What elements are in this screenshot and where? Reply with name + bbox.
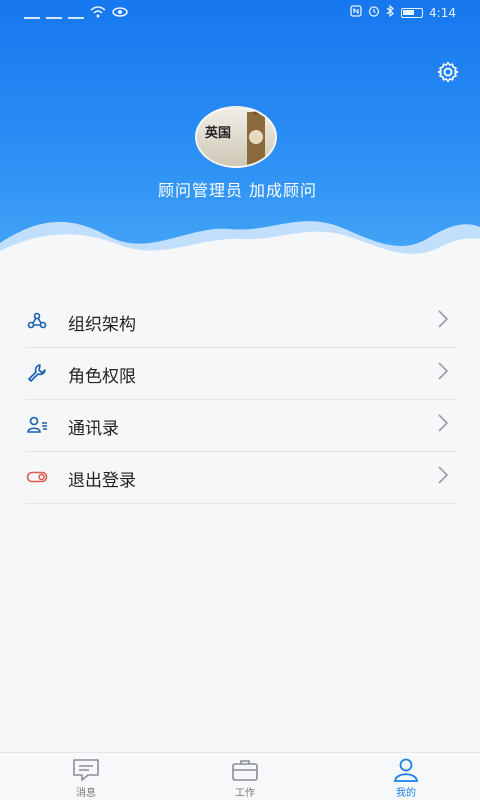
person-icon	[391, 757, 421, 783]
signal-icon	[24, 9, 40, 19]
big-ben-image	[247, 108, 265, 166]
signal-icon	[46, 9, 62, 19]
menu-item-logout[interactable]: 退出登录	[0, 452, 480, 504]
message-icon	[71, 757, 101, 783]
tab-work[interactable]: 工作	[205, 757, 285, 799]
status-right-icons: 4:14	[350, 4, 456, 20]
status-left-icons	[24, 6, 128, 21]
menu-label: 组织架构	[68, 315, 136, 335]
avatar-label: 英国	[205, 126, 232, 141]
chevron-right-icon	[436, 360, 450, 382]
battery-icon	[401, 7, 424, 18]
menu-label: 角色权限	[68, 367, 136, 387]
status-bar: 4:14	[0, 0, 480, 26]
menu-item-org-structure[interactable]: 组织架构	[0, 296, 480, 348]
header-wave	[0, 221, 480, 265]
avatar[interactable]: 英国	[195, 106, 277, 168]
menu-item-role-permissions[interactable]: 角色权限	[0, 348, 480, 400]
menu-item-contacts[interactable]: 通讯录	[0, 400, 480, 452]
chevron-right-icon	[436, 412, 450, 434]
contacts-icon	[26, 414, 48, 436]
tab-label: 消息	[76, 788, 96, 799]
org-structure-icon	[26, 310, 48, 332]
menu-label: 退出登录	[68, 471, 136, 491]
bottom-tab-bar: 消息 工作 我的	[0, 752, 480, 800]
alarm-icon	[368, 5, 380, 20]
menu-label: 通讯录	[68, 419, 119, 439]
chevron-right-icon	[436, 464, 450, 486]
profile-menu: 组织架构 角色权限 通讯录 退出登录	[0, 296, 480, 504]
chevron-right-icon	[436, 308, 450, 330]
signal-icon	[68, 9, 84, 19]
wrench-icon	[26, 362, 48, 384]
user-name: 顾问管理员 加成顾问	[157, 181, 318, 200]
profile-header: 4:14 英国 顾问管理员 加成顾问	[0, 0, 480, 265]
logout-toggle-icon	[26, 466, 48, 488]
nfc-icon	[350, 5, 362, 20]
tab-label: 工作	[235, 788, 255, 799]
status-time: 4:14	[429, 5, 456, 20]
divider	[26, 503, 456, 504]
tab-mine[interactable]: 我的	[366, 757, 446, 799]
wifi-icon	[90, 6, 106, 21]
bluetooth-icon	[386, 4, 395, 20]
eye-icon	[112, 6, 128, 21]
tab-messages[interactable]: 消息	[46, 757, 126, 799]
settings-gear-icon[interactable]	[436, 60, 460, 84]
briefcase-icon	[230, 757, 260, 783]
tab-label: 我的	[396, 788, 416, 799]
